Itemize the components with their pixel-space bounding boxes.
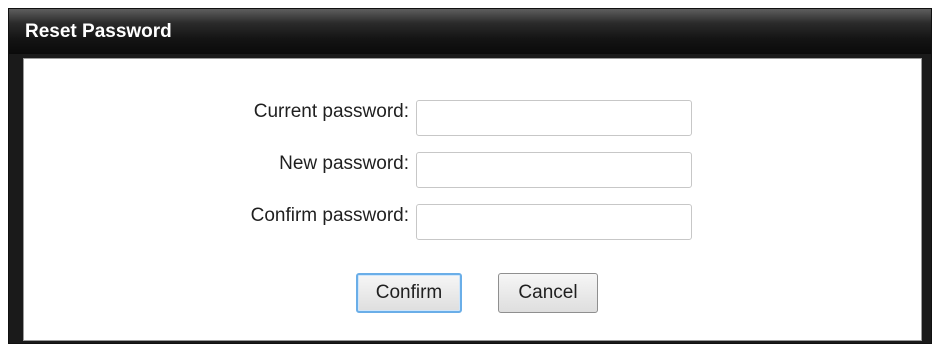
- cancel-button[interactable]: Cancel: [498, 273, 598, 313]
- confirm-password-label: Confirm password:: [250, 205, 409, 226]
- dialog-title: Reset Password: [25, 21, 172, 42]
- new-password-field[interactable]: [416, 152, 692, 188]
- new-password-label: New password:: [279, 153, 409, 174]
- confirm-password-field[interactable]: [416, 204, 692, 240]
- confirm-button[interactable]: Confirm: [356, 273, 462, 313]
- dialog-titlebar[interactable]: Reset Password: [9, 9, 931, 54]
- current-password-field[interactable]: [416, 100, 692, 136]
- dialog-body: Current password: New password: Confirm …: [23, 58, 922, 341]
- current-password-label: Current password:: [253, 101, 409, 122]
- reset-password-dialog: Reset Password Current password: New pas…: [8, 8, 932, 344]
